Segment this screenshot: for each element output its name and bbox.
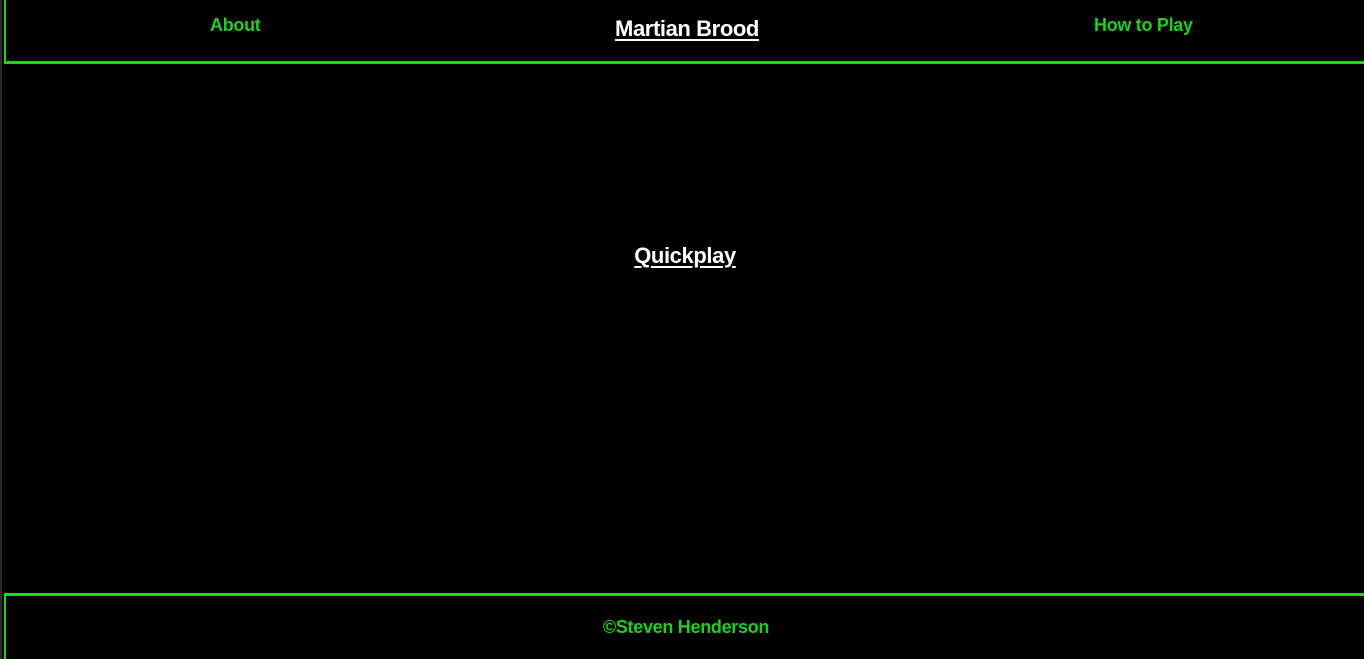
quickplay-wrapper: Quickplay <box>4 243 1364 269</box>
quickplay-link[interactable]: Quickplay <box>634 243 736 268</box>
site-title-link[interactable]: Martian Brood <box>615 16 759 41</box>
main-content: Quickplay <box>4 67 1364 593</box>
copyright-text: ©Steven Henderson <box>602 617 770 637</box>
how-to-play-link[interactable]: How to Play <box>1094 15 1193 36</box>
footer-bar: ©Steven Henderson <box>4 593 1364 659</box>
page: About Martian Brood How to Play Quickpla… <box>0 0 1364 659</box>
header-bar: About Martian Brood How to Play <box>4 0 1364 64</box>
about-link[interactable]: About <box>210 15 261 36</box>
